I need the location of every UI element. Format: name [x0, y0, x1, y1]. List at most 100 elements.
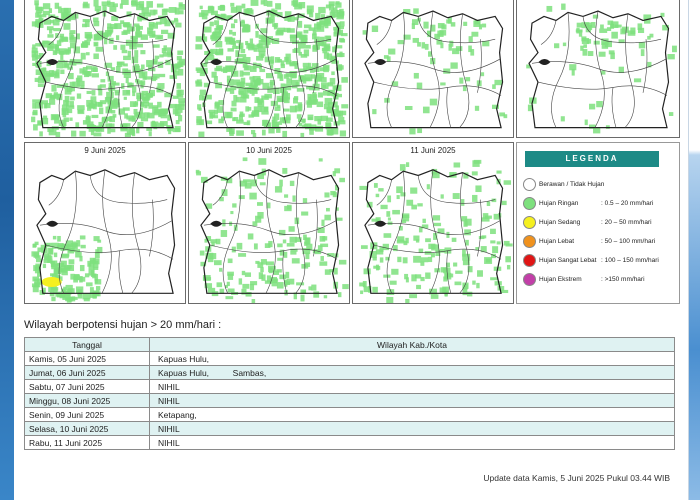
rain-cell [283, 108, 290, 112]
rain-cell [249, 38, 254, 44]
rain-cell [413, 8, 419, 14]
coastal-bay [374, 58, 387, 65]
rain-cell [446, 231, 450, 238]
rain-cell [218, 118, 224, 124]
rain-cell [399, 164, 406, 171]
rain-cell [238, 195, 245, 200]
rain-cell [583, 44, 587, 48]
rain-cell [135, 1, 141, 6]
map-panel-11-juni: 11 Juni 2025 [352, 142, 514, 304]
rain-cell [154, 55, 160, 59]
map-3 [362, 8, 508, 135]
rain-cell [576, 22, 582, 28]
rain-cell [63, 117, 69, 122]
rain-cell [160, 108, 169, 114]
rain-cell [94, 279, 102, 285]
rain-cell [606, 27, 612, 32]
rain-cell [161, 29, 169, 35]
rain-cell [140, 34, 148, 40]
rain-cell [178, 68, 184, 76]
rain-cell [298, 1, 306, 9]
rain-cell [34, 0, 39, 6]
legend-item-light-rain: Hujan Ringan : 0.5 – 20 mm/hari [523, 196, 679, 212]
rain-cell [546, 5, 553, 12]
rain-cell [229, 29, 233, 35]
rain-cell [79, 235, 86, 240]
rain-cell [247, 233, 254, 240]
rain-cell [318, 6, 326, 14]
rain-cell [92, 104, 97, 110]
rain-cell [141, 7, 149, 14]
legend-item-moderate-rain: Hujan Sedang : 20 – 50 mm/hari [523, 215, 679, 231]
rain-cell [432, 215, 441, 221]
rain-cell [324, 269, 331, 275]
rain-cell [593, 127, 601, 134]
rain-cell [339, 37, 345, 43]
rain-cell [441, 24, 447, 30]
right-edge-band [688, 0, 700, 500]
rain-cell [401, 219, 407, 223]
table-row: Kamis, 05 Juni 2025 Kapuas Hulu, [24, 351, 675, 366]
rain-cell [251, 298, 256, 303]
rain-cell [476, 282, 480, 289]
rain-cell [417, 128, 423, 134]
rain-cell [51, 296, 56, 302]
rain-cell [82, 120, 88, 125]
rain-cell [244, 272, 252, 277]
rain-cell [467, 266, 473, 273]
rain-cell [79, 276, 86, 282]
rain-cell [249, 192, 257, 200]
rain-cell [155, 21, 162, 25]
rain-cell [426, 30, 431, 35]
rain-cell [107, 75, 114, 82]
rain-cell [109, 6, 117, 12]
legend-item-name: Hujan Lebat [539, 238, 575, 245]
rain-cell [448, 43, 452, 51]
rain-cell [293, 97, 298, 104]
rain-cell [224, 36, 233, 42]
rain-cell [252, 75, 261, 83]
rain-cell [86, 90, 92, 95]
rain-cell [202, 275, 211, 281]
rain-cell [486, 201, 491, 207]
rain-cell [230, 23, 235, 29]
rain-cell [380, 204, 388, 210]
row-date: Selasa, 10 Juni 2025 [24, 421, 150, 436]
map-date-label: 9 Juni 2025 [84, 146, 126, 155]
rain-cell [257, 211, 264, 219]
rain-cell [245, 106, 250, 112]
rain-cell [148, 21, 155, 27]
rain-cell [121, 0, 129, 5]
rain-cell [672, 45, 677, 53]
legend-item-range: : 0.5 – 20 mm/hari [601, 200, 654, 207]
rain-cell [50, 261, 55, 265]
rain-cell [51, 84, 57, 92]
row-region: Kapuas Hulu, Sambas, [149, 365, 675, 380]
rain-cell [321, 47, 328, 52]
rain-cell [440, 82, 446, 86]
rain-cell [404, 105, 413, 111]
rain-cell [101, 1, 108, 6]
rain-cell [178, 10, 184, 15]
rain-cell [375, 264, 380, 271]
rain-cell [383, 55, 389, 59]
rain-cell [241, 3, 246, 9]
rain-cell [413, 72, 419, 79]
rain-cell [450, 22, 456, 27]
rain-cell [123, 96, 127, 100]
rain-cell [70, 243, 78, 250]
rain-cell [335, 1, 340, 5]
rain-cell [336, 217, 343, 221]
rain-cell [49, 43, 58, 49]
rain-cell [77, 105, 85, 111]
rain-cell [35, 258, 42, 263]
rain-cell [42, 40, 48, 45]
rain-cell [110, 128, 116, 133]
rain-cell [43, 115, 48, 120]
rain-cell [303, 49, 310, 57]
rain-cell [455, 270, 463, 274]
rain-cell [161, 48, 167, 54]
rain-cell [47, 247, 54, 255]
province-outline [528, 10, 670, 129]
rain-cell [227, 273, 234, 280]
